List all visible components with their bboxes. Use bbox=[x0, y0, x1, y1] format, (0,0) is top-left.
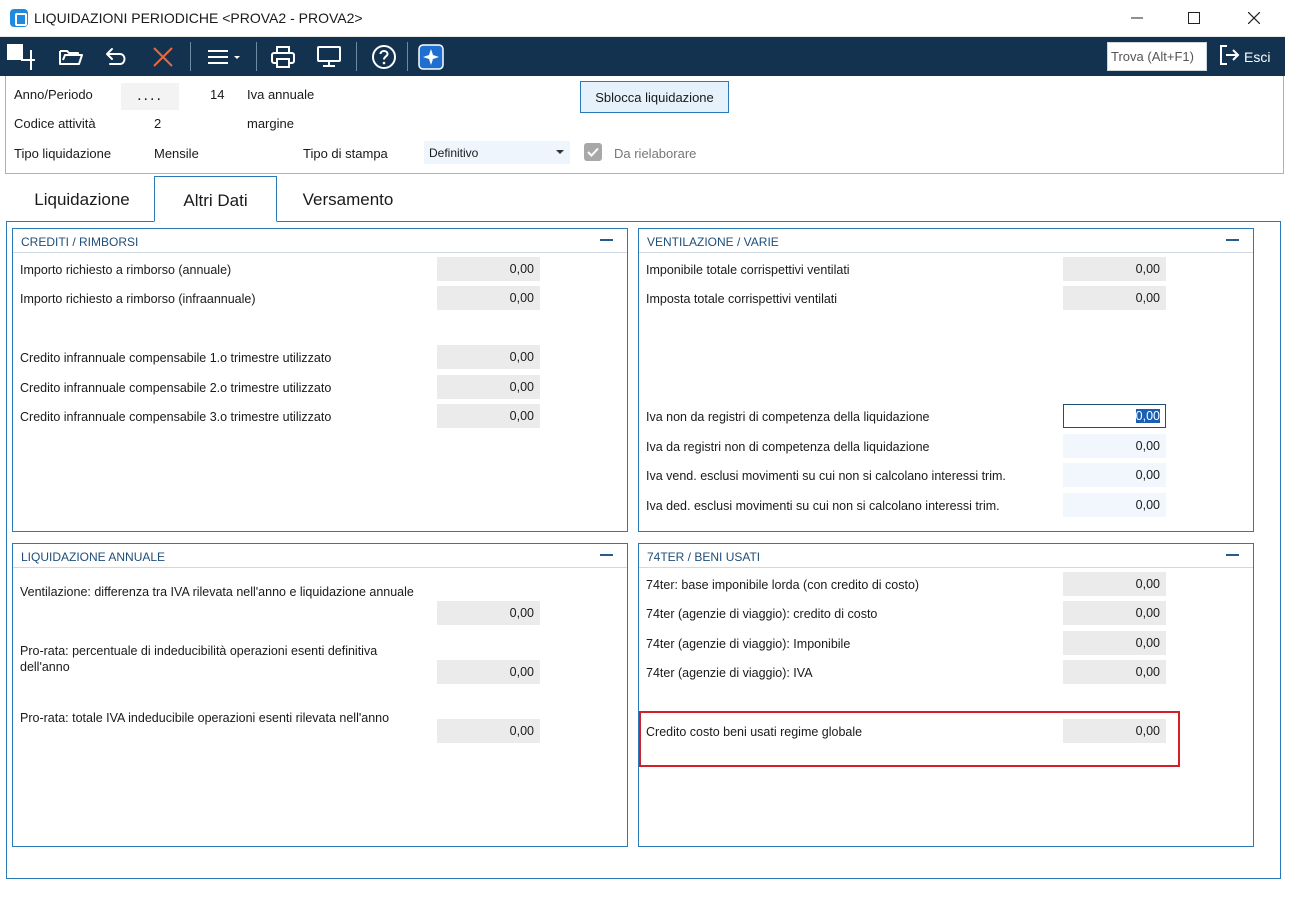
imponibile-ventilati-field[interactable]: 0,00 bbox=[1063, 257, 1166, 281]
base-imponibile-lorda-field[interactable]: 0,00 bbox=[1063, 572, 1166, 596]
collapse-icon[interactable] bbox=[1226, 554, 1239, 556]
row-label: Credito infrannuale compensabile 1.o tri… bbox=[20, 351, 332, 365]
row-label: Iva ded. esclusi movimenti su cui non si… bbox=[646, 499, 1000, 513]
checkmark-icon bbox=[587, 147, 599, 157]
chevron-down-icon bbox=[556, 150, 564, 154]
imposta-ventilati-field[interactable]: 0,00 bbox=[1063, 286, 1166, 310]
group-header: CREDITI / RIMBORSI bbox=[13, 229, 627, 253]
iva-ded-esclusi-field[interactable]: 0,00 bbox=[1063, 493, 1166, 517]
tab-liquidazione[interactable]: Liquidazione bbox=[20, 176, 144, 222]
row-label: Importo richiesto a rimborso (infraannua… bbox=[20, 292, 256, 306]
row-label: Ventilazione: differenza tra IVA rilevat… bbox=[20, 585, 414, 599]
credito-1-trimestre-field[interactable]: 0,00 bbox=[437, 345, 540, 369]
search-input[interactable]: Trova (Alt+F1) bbox=[1107, 42, 1207, 71]
row-label: Iva non da registri di competenza della … bbox=[646, 410, 930, 424]
row-label: Iva vend. esclusi movimenti su cui non s… bbox=[646, 469, 1006, 483]
iva-annuale-label: Iva annuale bbox=[247, 87, 315, 102]
toolbar-separator bbox=[407, 42, 408, 71]
iva-vend-esclusi-field[interactable]: 0,00 bbox=[1063, 463, 1166, 487]
period-number: 14 bbox=[210, 87, 225, 102]
da-rielaborare-label: Da rielaborare bbox=[614, 146, 697, 161]
pro-rata-percentuale-field[interactable]: 0,00 bbox=[437, 660, 540, 684]
toolbar-separator bbox=[256, 42, 257, 71]
tipo-stampa-value: Definitivo bbox=[429, 146, 479, 160]
credito-2-trimestre-field[interactable]: 0,00 bbox=[437, 375, 540, 399]
group-header: VENTILAZIONE / VARIE bbox=[639, 229, 1253, 253]
row-label: Iva da registri non di competenza della … bbox=[646, 440, 930, 454]
importo-rimborso-infraannuale-field[interactable]: 0,00 bbox=[437, 286, 540, 310]
row-label: 74ter (agenzie di viaggio): Imponibile bbox=[646, 637, 851, 651]
ai-sparkle-icon[interactable] bbox=[414, 42, 448, 72]
close-icon[interactable] bbox=[1226, 0, 1282, 36]
tipo-stampa-select[interactable]: Definitivo bbox=[424, 141, 570, 164]
highlight-box bbox=[639, 711, 1180, 767]
row-label: Credito infrannuale compensabile 2.o tri… bbox=[20, 381, 332, 395]
tipo-liquidazione-value: Mensile bbox=[154, 146, 199, 161]
anno-periodo-field[interactable]: .... bbox=[121, 83, 179, 110]
collapse-icon[interactable] bbox=[1226, 239, 1239, 241]
row-label: 74ter: base imponibile lorda (con credit… bbox=[646, 578, 920, 592]
da-rielaborare-checkbox[interactable] bbox=[584, 143, 602, 161]
app-logo-icon bbox=[10, 9, 28, 27]
ventilazione-differenza-field[interactable]: 0,00 bbox=[437, 601, 540, 625]
open-folder-icon[interactable] bbox=[54, 42, 88, 72]
print-icon[interactable] bbox=[266, 42, 300, 72]
iva-da-registri-field[interactable]: 0,00 bbox=[1063, 434, 1166, 458]
anno-periodo-label: Anno/Periodo bbox=[14, 87, 93, 102]
unlock-button[interactable]: Sblocca liquidazione bbox=[580, 81, 729, 113]
help-icon[interactable] bbox=[367, 42, 401, 72]
tipo-stampa-label: Tipo di stampa bbox=[303, 146, 388, 161]
credito-3-trimestre-field[interactable]: 0,00 bbox=[437, 404, 540, 428]
row-label: Imposta totale corrispettivi ventilati bbox=[646, 292, 838, 306]
imponibile-agenzie-field[interactable]: 0,00 bbox=[1063, 631, 1166, 655]
row-label: Pro-rata: percentuale di indeducibilità … bbox=[20, 644, 378, 674]
row-label: Pro-rata: totale IVA indeducibile operaz… bbox=[20, 711, 390, 725]
pro-rata-totale-field[interactable]: 0,00 bbox=[437, 719, 540, 743]
iva-non-da-registri-field[interactable]: 0,00 bbox=[1063, 404, 1166, 428]
undo-icon[interactable] bbox=[100, 42, 134, 72]
monitor-icon[interactable] bbox=[312, 42, 346, 72]
collapse-icon[interactable] bbox=[600, 239, 613, 241]
tab-versamento[interactable]: Versamento bbox=[286, 176, 410, 222]
group-header: 74TER / BENI USATI bbox=[639, 544, 1253, 568]
iva-agenzie-field[interactable]: 0,00 bbox=[1063, 660, 1166, 684]
toolbar-separator bbox=[190, 42, 191, 71]
title-bar: LIQUIDAZIONI PERIODICHE <PROVA2 - PROVA2… bbox=[0, 0, 1285, 37]
row-label: Credito infrannuale compensabile 3.o tri… bbox=[20, 410, 332, 424]
exit-label: Esci bbox=[1244, 48, 1271, 65]
codice-attivita-value: 2 bbox=[154, 116, 162, 131]
codice-attivita-label: Codice attività bbox=[14, 116, 96, 131]
row-label: Importo richiesto a rimborso (annuale) bbox=[20, 263, 232, 277]
toolbar-separator bbox=[356, 42, 357, 71]
exit-button[interactable]: Esci bbox=[1218, 42, 1270, 71]
row-label: 74ter (agenzie di viaggio): IVA bbox=[646, 666, 813, 680]
credito-di-costo-field[interactable]: 0,00 bbox=[1063, 601, 1166, 625]
collapse-icon[interactable] bbox=[600, 554, 613, 556]
window-title: LIQUIDAZIONI PERIODICHE <PROVA2 - PROVA2… bbox=[34, 10, 363, 26]
tipo-liquidazione-label: Tipo liquidazione bbox=[14, 146, 112, 161]
margine-label: margine bbox=[247, 116, 294, 131]
row-label: 74ter (agenzie di viaggio): credito di c… bbox=[646, 607, 878, 621]
group-header: LIQUIDAZIONE ANNUALE bbox=[13, 544, 627, 568]
minimize-icon[interactable] bbox=[1109, 0, 1165, 36]
maximize-icon[interactable] bbox=[1166, 0, 1222, 36]
exit-icon bbox=[1218, 44, 1240, 69]
row-label: Imponibile totale corrispettivi ventilat… bbox=[646, 263, 850, 277]
selected-value: 0,00 bbox=[1135, 409, 1160, 423]
importo-rimborso-annuale-field[interactable]: 0,00 bbox=[437, 257, 540, 281]
new-icon[interactable] bbox=[4, 42, 38, 72]
toolbar: Trova (Alt+F1) Esci bbox=[0, 37, 1285, 76]
delete-icon[interactable] bbox=[146, 42, 180, 72]
tab-altri-dati[interactable]: Altri Dati bbox=[154, 176, 277, 222]
menu-icon[interactable] bbox=[204, 42, 244, 72]
